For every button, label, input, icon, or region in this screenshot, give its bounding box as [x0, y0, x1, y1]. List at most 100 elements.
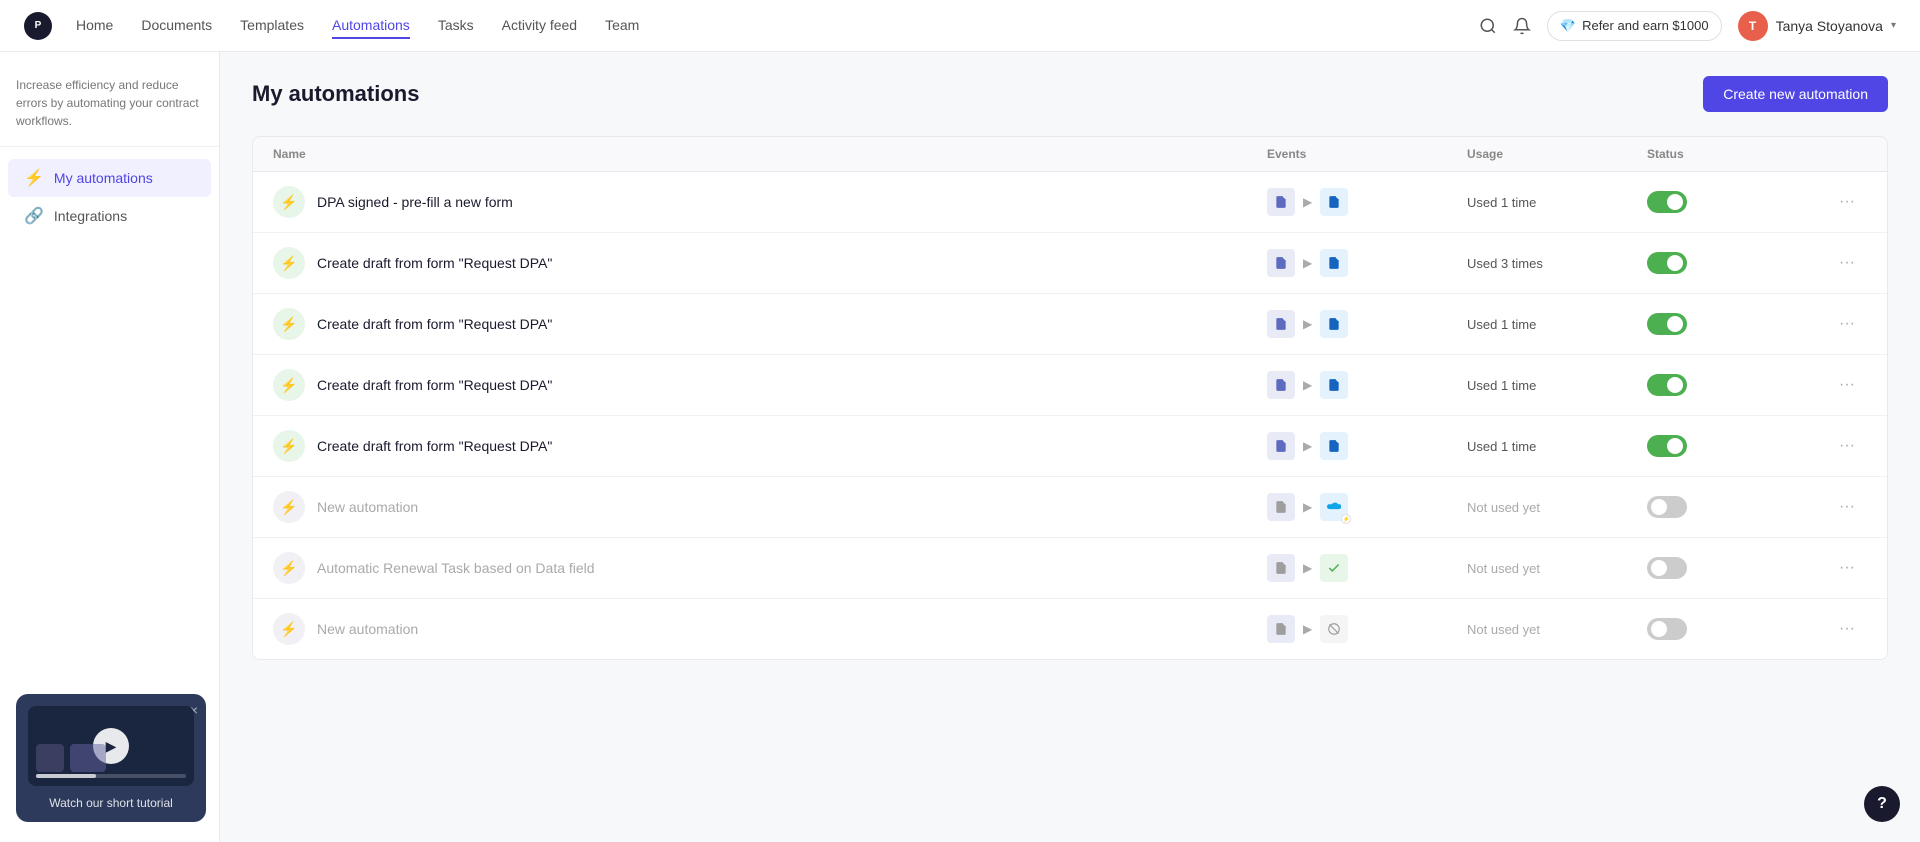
toggle-switch[interactable]: [1647, 435, 1687, 457]
automation-name: DPA signed - pre-fill a new form: [317, 194, 513, 210]
salesforce-badge: ⚡: [1341, 514, 1351, 524]
more-options-button[interactable]: ···: [1827, 559, 1867, 577]
toggle-switch[interactable]: [1647, 496, 1687, 518]
row-name-cell: ⚡ New automation: [273, 491, 1267, 523]
more-options-button[interactable]: ···: [1827, 437, 1867, 455]
sidebar-item-label: Integrations: [54, 208, 127, 224]
nav-tasks[interactable]: Tasks: [438, 13, 474, 39]
arrow-icon: ▶: [1303, 500, 1312, 514]
arrow-icon: ▶: [1303, 439, 1312, 453]
table-row: ⚡ Create draft from form "Request DPA" ▶…: [253, 416, 1887, 477]
arrow-icon: ▶: [1303, 561, 1312, 575]
status-cell: [1647, 557, 1827, 579]
toggle-switch[interactable]: [1647, 313, 1687, 335]
status-cell: [1647, 191, 1827, 213]
user-name: Tanya Stoyanova: [1776, 18, 1883, 34]
table-row: ⚡ Create draft from form "Request DPA" ▶…: [253, 233, 1887, 294]
status-cell: [1647, 618, 1827, 640]
sidebar-item-integrations[interactable]: 🔗 Integrations: [8, 197, 211, 235]
row-name-cell: ⚡ New automation: [273, 613, 1267, 645]
topnav-right: 💎 Refer and earn $1000 T Tanya Stoyanova…: [1479, 11, 1896, 41]
more-options-button[interactable]: ···: [1827, 376, 1867, 394]
col-name: Name: [273, 147, 1267, 161]
arrow-icon: ▶: [1303, 317, 1312, 331]
sidebar-item-my-automations[interactable]: ⚡ My automations: [8, 159, 211, 197]
automations-table: Name Events Usage Status ⚡ DPA signed - …: [252, 136, 1888, 660]
more-options-button[interactable]: ···: [1827, 620, 1867, 638]
link-icon: 🔗: [24, 206, 44, 226]
nav-automations[interactable]: Automations: [332, 13, 410, 39]
doc-icon: [1267, 554, 1295, 582]
table-header: Name Events Usage Status: [253, 137, 1887, 172]
doc-icon: [1267, 432, 1295, 460]
usage-cell: Used 1 time: [1467, 378, 1647, 393]
doc2-icon: [1320, 310, 1348, 338]
more-options-button[interactable]: ···: [1827, 498, 1867, 516]
table-row: ⚡ New automation ▶ Not used yet ···: [253, 599, 1887, 659]
col-usage: Usage: [1467, 147, 1647, 161]
user-menu[interactable]: T Tanya Stoyanova ▾: [1738, 11, 1896, 41]
toggle-switch[interactable]: [1647, 191, 1687, 213]
status-cell: [1647, 374, 1827, 396]
toggle-switch[interactable]: [1647, 557, 1687, 579]
usage-cell: Used 1 time: [1467, 195, 1647, 210]
table-row: ⚡ Automatic Renewal Task based on Data f…: [253, 538, 1887, 599]
nav-activity-feed[interactable]: Activity feed: [502, 13, 577, 39]
chevron-down-icon: ▾: [1891, 20, 1896, 31]
automation-icon: ⚡: [273, 247, 305, 279]
refer-label: Refer and earn $1000: [1582, 18, 1708, 33]
notifications-button[interactable]: [1513, 17, 1531, 35]
table-row: ⚡ Create draft from form "Request DPA" ▶…: [253, 294, 1887, 355]
automation-name: Create draft from form "Request DPA": [317, 377, 552, 393]
usage-cell: Used 3 times: [1467, 256, 1647, 271]
more-options-button[interactable]: ···: [1827, 254, 1867, 272]
avatar: T: [1738, 11, 1768, 41]
status-cell: [1647, 313, 1827, 335]
create-automation-button[interactable]: Create new automation: [1703, 76, 1888, 112]
doc-icon: [1267, 493, 1295, 521]
toggle-switch[interactable]: [1647, 252, 1687, 274]
events-cell: ▶: [1267, 554, 1467, 582]
usage-cell: Used 1 time: [1467, 439, 1647, 454]
nav-home[interactable]: Home: [76, 13, 113, 39]
table-row: ⚡ Create draft from form "Request DPA" ▶…: [253, 355, 1887, 416]
usage-cell: Not used yet: [1467, 500, 1647, 515]
search-button[interactable]: [1479, 17, 1497, 35]
row-name-cell: ⚡ Create draft from form "Request DPA": [273, 430, 1267, 462]
more-options-button[interactable]: ···: [1827, 315, 1867, 333]
lightning-icon: ⚡: [24, 168, 44, 188]
row-name-cell: ⚡ Automatic Renewal Task based on Data f…: [273, 552, 1267, 584]
nav-documents[interactable]: Documents: [141, 13, 212, 39]
arrow-icon: ▶: [1303, 378, 1312, 392]
arrow-icon: ▶: [1303, 622, 1312, 636]
toggle-switch[interactable]: [1647, 618, 1687, 640]
status-cell: [1647, 435, 1827, 457]
refer-button[interactable]: 💎 Refer and earn $1000: [1547, 11, 1722, 41]
usage-cell: Used 1 time: [1467, 317, 1647, 332]
task-icon: [1320, 554, 1348, 582]
automation-name: Create draft from form "Request DPA": [317, 316, 552, 332]
sidebar-info: Increase efficiency and reduce errors by…: [0, 68, 219, 147]
automation-icon: ⚡: [273, 552, 305, 584]
doc-icon: [1267, 249, 1295, 277]
row-name-cell: ⚡ Create draft from form "Request DPA": [273, 308, 1267, 340]
col-actions: [1827, 147, 1867, 161]
nav-templates[interactable]: Templates: [240, 13, 304, 39]
toggle-switch[interactable]: [1647, 374, 1687, 396]
more-options-button[interactable]: ···: [1827, 193, 1867, 211]
table-row: ⚡ DPA signed - pre-fill a new form ▶ Use…: [253, 172, 1887, 233]
events-cell: ▶: [1267, 310, 1467, 338]
help-button[interactable]: ?: [1864, 786, 1900, 822]
automation-icon: ⚡: [273, 430, 305, 462]
tutorial-thumbnail[interactable]: ▶: [28, 706, 194, 786]
sidebar-item-label: My automations: [54, 170, 153, 186]
automation-icon: ⚡: [273, 369, 305, 401]
automation-icon: ⚡: [273, 186, 305, 218]
nav-team[interactable]: Team: [605, 13, 639, 39]
automation-icon: ⚡: [273, 308, 305, 340]
col-status: Status: [1647, 147, 1827, 161]
tutorial-label: Watch our short tutorial: [28, 796, 194, 810]
doc2-icon: [1320, 249, 1348, 277]
table-row: ⚡ New automation ▶ ⚡ Not used yet: [253, 477, 1887, 538]
app-logo: P: [24, 12, 52, 40]
